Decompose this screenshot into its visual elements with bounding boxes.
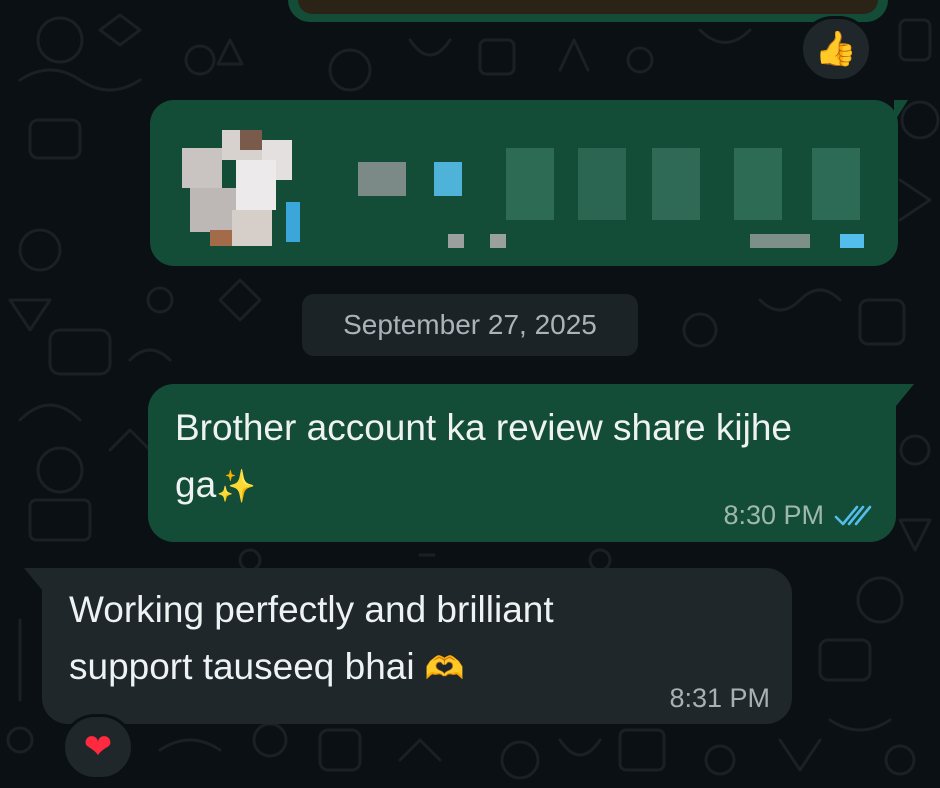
redacted-avatar: [170, 130, 302, 250]
message-time: 8:30 PM: [723, 500, 824, 530]
message-text: Brother account ka review share kijhe ga…: [175, 407, 792, 505]
bubble-tail: [894, 100, 908, 122]
bubble-tail: [896, 384, 914, 406]
message-time: 8:31 PM: [669, 683, 770, 713]
incoming-message-bubble[interactable]: Working perfectly and brilliant support …: [24, 568, 792, 724]
message-text: Working perfectly and brilliant support …: [69, 589, 554, 687]
sparkles-icon: ✨: [216, 467, 256, 505]
message-meta: 8:31 PM: [669, 683, 770, 714]
image-message-bubble[interactable]: [288, 0, 888, 22]
redacted-text: [358, 162, 406, 196]
double-check-icon: [834, 504, 874, 528]
thumbs-up-icon[interactable]: 👍: [800, 16, 872, 82]
date-separator: September 27, 2025: [302, 294, 638, 356]
outgoing-message-bubble[interactable]: Brother account ka review share kijhe ga…: [148, 384, 914, 542]
bubble-tail: [24, 568, 42, 590]
heart-hands-icon: 🫶: [424, 649, 465, 687]
redacted-contact-card[interactable]: [150, 100, 908, 266]
image-thumbnail[interactable]: [298, 0, 878, 14]
message-meta: 8:30 PM: [723, 500, 874, 531]
heart-icon[interactable]: ❤: [62, 714, 134, 780]
